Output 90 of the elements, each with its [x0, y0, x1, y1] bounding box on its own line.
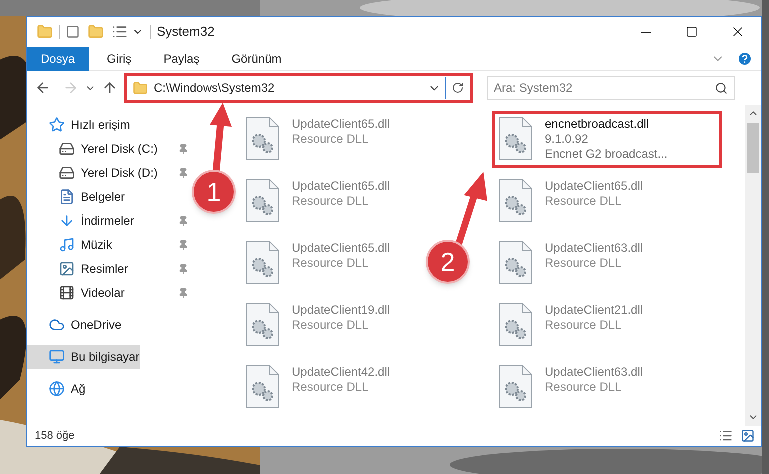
drive-icon: [59, 165, 75, 181]
nav-item[interactable]: Videolar: [27, 281, 129, 305]
document-icon: [59, 189, 75, 205]
pin-icon[interactable]: [178, 144, 189, 154]
file-item[interactable]: UpdateClient19.dll Resource DLL: [239, 297, 398, 354]
nav-item[interactable]: Hızlı erişim: [27, 113, 134, 137]
checkbox-icon[interactable]: [66, 25, 80, 39]
nav-item[interactable]: Resimler: [27, 257, 132, 281]
file-gear-icon: [499, 117, 533, 161]
monitor-icon: [49, 349, 65, 365]
file-name: UpdateClient65.dll: [545, 179, 644, 194]
file-item[interactable]: UpdateClient63.dll Resource DLL: [492, 359, 650, 416]
file-gear-icon: [499, 241, 533, 285]
nav-item[interactable]: Yerel Disk (C:): [27, 137, 162, 161]
file-detail: 9.1.0.92: [545, 132, 590, 147]
file-name: UpdateClient42.dll: [292, 365, 390, 380]
file-gear-icon: [246, 179, 280, 223]
nav-item[interactable]: Yerel Disk (D:): [27, 161, 162, 185]
star-icon: [49, 117, 65, 133]
back-icon[interactable]: [35, 80, 51, 96]
ribbon-tab[interactable]: Görünüm: [218, 46, 296, 70]
file-name: UpdateClient63.dll: [545, 365, 644, 380]
file-name: UpdateClient65.dll: [292, 179, 390, 194]
ribbon-tab[interactable]: Giriş: [93, 46, 146, 70]
file-name: UpdateClient19.dll: [292, 303, 390, 318]
file-item[interactable]: UpdateClient65.dll Resource DLL: [239, 111, 398, 168]
details-view-icon[interactable]: [719, 429, 733, 443]
scrollbar-thumb[interactable]: [747, 123, 759, 173]
address-field[interactable]: C:\Windows\System32: [127, 76, 445, 100]
file-detail: Resource DLL: [292, 318, 370, 333]
search-field[interactable]: Ara: System32: [487, 76, 735, 100]
file-name: UpdateClient21.dll: [545, 303, 644, 318]
file-gear-icon: [246, 117, 280, 161]
up-icon[interactable]: [102, 80, 118, 96]
nav-item[interactable]: Belgeler: [27, 185, 130, 209]
ribbon-tab[interactable]: Dosya: [27, 46, 90, 70]
search-icon: [715, 82, 728, 95]
pin-icon[interactable]: [178, 168, 189, 178]
pin-icon[interactable]: [178, 216, 189, 226]
nav-item[interactable]: Müzik: [27, 233, 116, 257]
music-note-icon: [59, 237, 75, 253]
file-name: UpdateClient65.dll: [292, 117, 390, 132]
file-detail: Resource DLL: [292, 256, 370, 271]
file-gear-icon: [499, 365, 533, 409]
file-item[interactable]: UpdateClient63.dll Resource DLL: [492, 235, 650, 292]
nav-item[interactable]: İndirmeler: [27, 209, 138, 233]
ribbon-tab[interactable]: Paylaş: [150, 46, 214, 70]
file-item[interactable]: UpdateClient65.dll Resource DLL: [492, 173, 650, 230]
file-detail: Resource DLL: [292, 132, 370, 147]
file-gear-icon: [246, 365, 280, 409]
file-item[interactable]: encnetbroadcast.dll 9.1.0.92 Encnet G2 broadcast...: [492, 111, 722, 168]
file-detail: Resource DLL: [545, 380, 623, 395]
properties-icon[interactable]: [112, 24, 128, 40]
file-name: UpdateClient65.dll: [292, 241, 390, 256]
item-count: 158 öğe: [35, 428, 76, 444]
folder-icon: [133, 80, 148, 96]
file-gear-icon: [246, 303, 280, 347]
file-item[interactable]: UpdateClient21.dll Resource DLL: [492, 297, 650, 354]
file-detail: Resource DLL: [292, 380, 370, 395]
image-icon: [59, 261, 75, 277]
file-gear-icon: [499, 179, 533, 223]
file-item[interactable]: UpdateClient42.dll Resource DLL: [239, 359, 398, 416]
file-detail: Resource DLL: [545, 194, 623, 209]
drive-icon: [59, 141, 75, 157]
globe-icon: [49, 381, 65, 397]
pin-icon[interactable]: [178, 264, 189, 274]
cloud-icon: [49, 317, 65, 333]
file-name: encnetbroadcast.dll: [545, 117, 650, 132]
file-detail: Resource DLL: [292, 194, 370, 209]
help-icon[interactable]: [737, 50, 753, 66]
scrollbar[interactable]: [745, 105, 761, 426]
pin-icon[interactable]: [178, 288, 189, 298]
pin-icon[interactable]: [178, 240, 189, 250]
file-detail: Resource DLL: [545, 318, 623, 333]
file-gear-icon: [246, 241, 280, 285]
file-item[interactable]: UpdateClient65.dll Resource DLL: [239, 173, 398, 230]
download-icon: [59, 213, 75, 229]
nav-item[interactable]: Bu bilgisayar: [27, 345, 140, 369]
nav-item[interactable]: OneDrive: [27, 313, 126, 337]
refresh-icon: [452, 82, 464, 94]
film-icon: [59, 285, 75, 301]
nav-item[interactable]: Ağ: [27, 377, 90, 401]
file-gear-icon: [499, 303, 533, 347]
file-item[interactable]: UpdateClient65.dll Resource DLL: [239, 235, 398, 292]
large-icons-view-icon[interactable]: [741, 429, 755, 443]
window-title: System32: [157, 23, 215, 42]
maximize-icon: [686, 26, 698, 38]
file-detail: Resource DLL: [545, 256, 623, 271]
file-name: UpdateClient63.dll: [545, 241, 644, 256]
file-detail: Encnet G2 broadcast...: [545, 147, 668, 162]
